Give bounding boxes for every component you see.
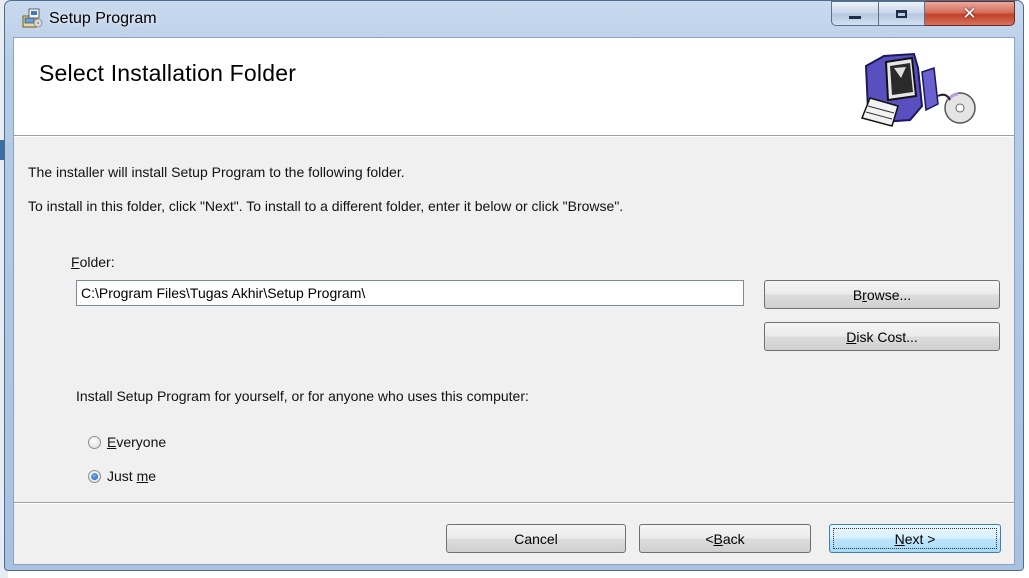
browse-button[interactable]: Br owse... <box>764 280 1000 309</box>
folder-label: Folder: <box>71 254 115 270</box>
title-bar[interactable]: Setup Program ✕ <box>5 1 1023 37</box>
radio-everyone[interactable]: Everyone <box>88 434 166 450</box>
window-title: Setup Program <box>49 10 157 27</box>
header-banner: Select Installation Folder <box>14 38 1014 136</box>
disk-cost-button[interactable]: Disk Cost... <box>764 322 1000 351</box>
maximize-button[interactable] <box>879 1 925 26</box>
folder-path-input[interactable] <box>76 280 744 306</box>
computer-cd-icon <box>860 52 976 127</box>
radio-just-me[interactable]: Just me <box>88 468 156 484</box>
minimize-button[interactable] <box>831 1 879 26</box>
footer-divider <box>14 502 1014 504</box>
page-title: Select Installation Folder <box>39 60 297 86</box>
radio-just-me-label: Just me <box>107 468 157 484</box>
back-button[interactable]: < Back <box>639 524 811 553</box>
install-instructions: To install in this folder, click "Next".… <box>28 198 624 214</box>
setup-window: Setup Program ✕ Select Installation Fold… <box>4 0 1024 571</box>
close-icon: ✕ <box>962 3 977 24</box>
maximize-icon <box>896 9 907 18</box>
setup-program-icon <box>22 8 43 28</box>
radio-everyone-label: Everyone <box>107 434 167 450</box>
install-scope-prompt: Install Setup Program for yourself, or f… <box>76 388 529 404</box>
caption-buttons: ✕ <box>831 1 1015 27</box>
dialog-client-area: Select Installation Folder The installer… <box>13 37 1015 565</box>
radio-button-checked[interactable] <box>88 469 101 483</box>
minimize-icon <box>849 16 861 19</box>
close-button[interactable]: ✕ <box>925 1 1015 26</box>
cancel-button[interactable]: Cancel <box>446 524 626 553</box>
focus-rectangle <box>833 528 997 549</box>
banner-divider <box>14 136 1014 137</box>
radio-button-unchecked[interactable] <box>88 435 101 449</box>
install-description: The installer will install Setup Program… <box>28 164 405 180</box>
next-button[interactable]: Next > <box>829 524 1001 553</box>
